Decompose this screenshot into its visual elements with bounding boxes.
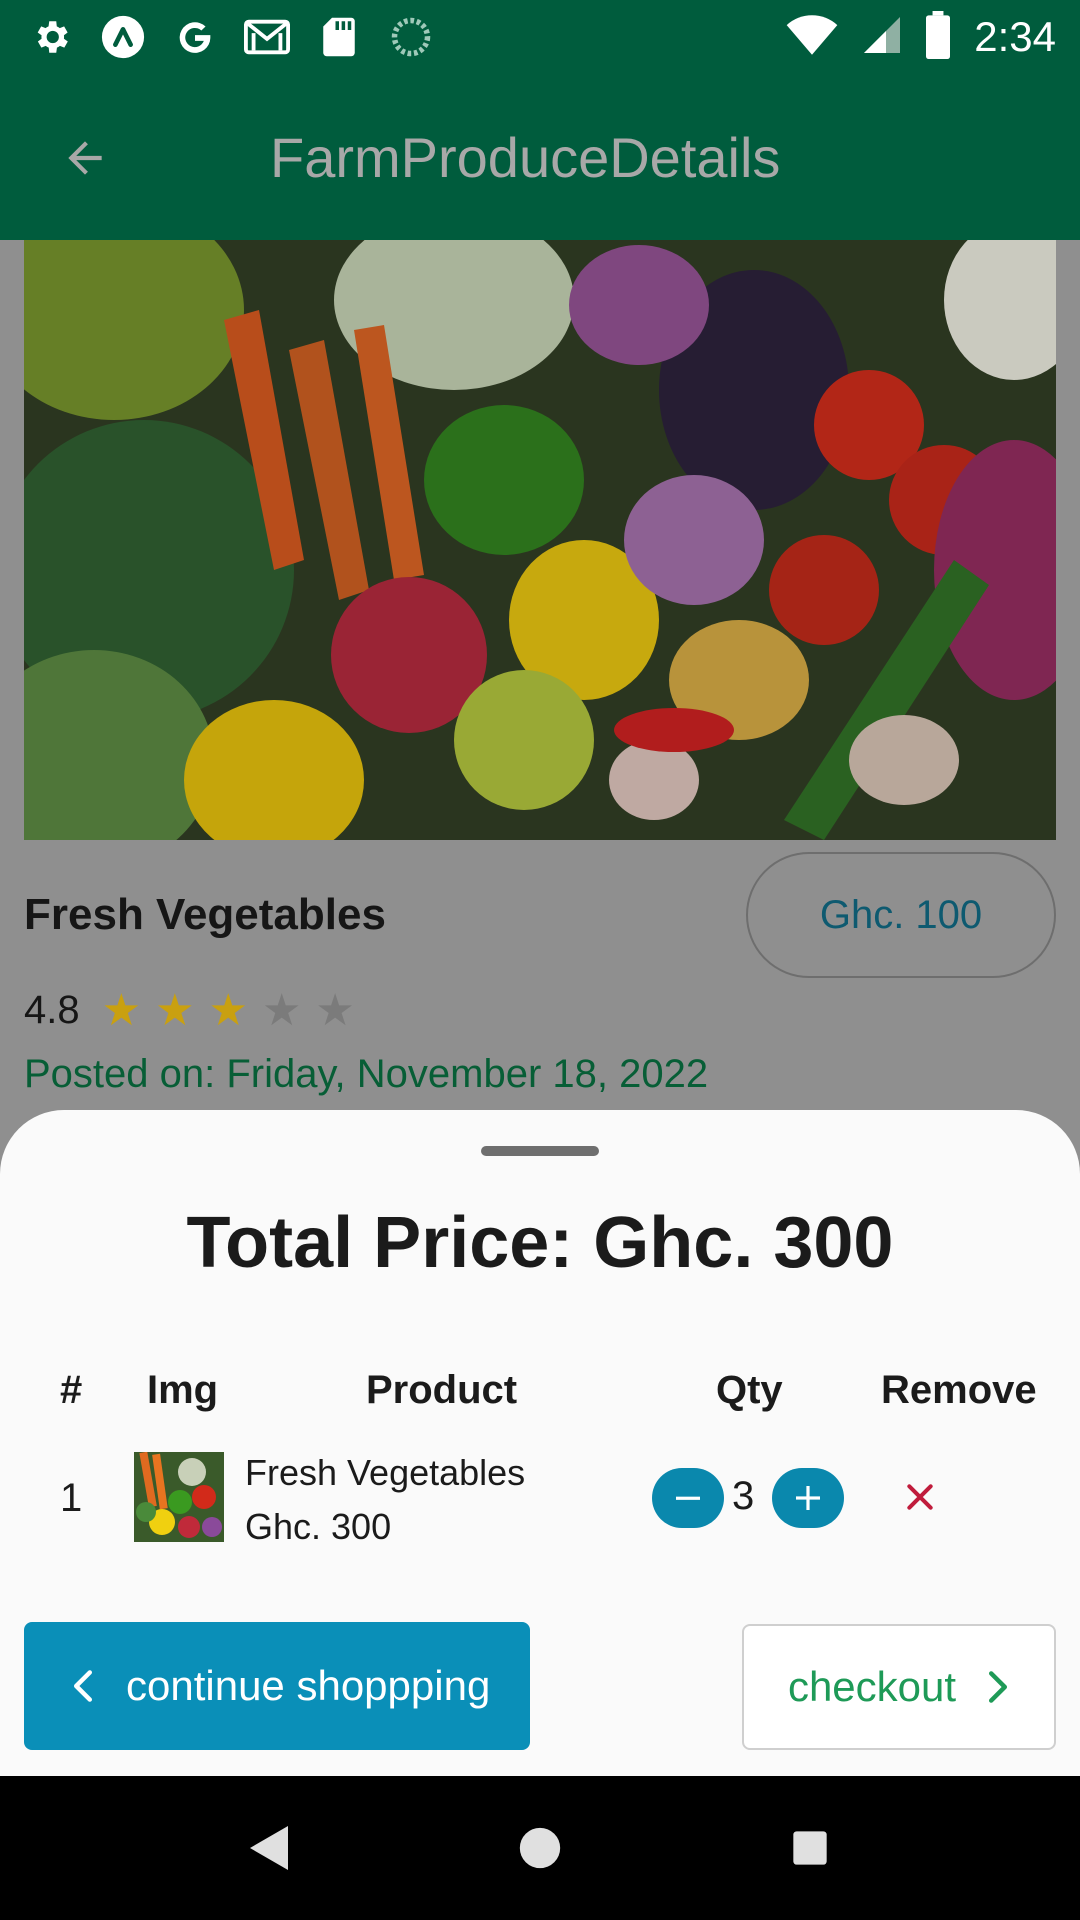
continue-shopping-button[interactable]: continue shoppping — [24, 1622, 530, 1750]
rating-value: 4.8 — [24, 988, 80, 1032]
plus-icon — [796, 1486, 820, 1510]
header-index: # — [60, 1368, 83, 1412]
price-label: Ghc. 100 — [819, 892, 983, 937]
app-bar: FarmProduceDetails — [0, 75, 1080, 240]
square-recents-icon — [793, 1831, 827, 1865]
posted-date: Posted on: Friday, November 18, 2022 — [24, 1052, 709, 1096]
triangle-back-icon — [250, 1826, 288, 1870]
decrease-qty-button[interactable] — [652, 1468, 724, 1528]
star-filled-icon: ★ — [208, 985, 248, 1035]
header-qty: Qty — [716, 1368, 783, 1412]
row-product-name: Fresh Vegetables — [245, 1452, 526, 1493]
product-name: Fresh Vegetables — [24, 890, 386, 939]
app-a-icon — [100, 14, 146, 60]
price-badge[interactable]: Ghc. 100 — [746, 852, 1056, 978]
star-empty-icon: ★ — [261, 985, 302, 1035]
star-filled-icon: ★ — [155, 985, 195, 1035]
row-index: 1 — [60, 1476, 83, 1520]
row-product-price: Ghc. 300 — [245, 1506, 392, 1547]
system-nav-bar — [0, 1776, 1080, 1920]
chevron-right-icon — [986, 1670, 1010, 1704]
checkout-label: checkout — [787, 1663, 957, 1710]
nav-home-button[interactable] — [510, 1818, 570, 1878]
battery-icon — [924, 10, 952, 64]
nav-back-button[interactable] — [240, 1818, 300, 1878]
qty-value: 3 — [732, 1474, 755, 1518]
back-button[interactable] — [52, 125, 118, 191]
system-indicators: 2:34 — [784, 10, 1056, 64]
header-img: Img — [147, 1368, 219, 1412]
row-thumbnail — [134, 1452, 224, 1542]
chevron-left-icon — [70, 1669, 96, 1703]
close-icon — [907, 1484, 933, 1510]
loading-icon — [388, 14, 434, 60]
remove-item-button[interactable] — [898, 1472, 942, 1522]
google-icon — [172, 14, 218, 60]
page-title: FarmProduceDetails — [270, 126, 781, 189]
rating-row: 4.8 ★ ★ ★ ★ ★ — [24, 988, 355, 1033]
star-filled-icon: ★ — [101, 985, 142, 1035]
circle-home-icon — [519, 1827, 561, 1869]
header-product: Product — [366, 1368, 518, 1412]
notification-icons — [28, 12, 434, 62]
minus-icon — [676, 1496, 700, 1500]
continue-shopping-label: continue shoppping — [126, 1662, 491, 1709]
total-price: Total Price: Ghc. 300 — [186, 1203, 894, 1283]
wifi-icon — [784, 13, 840, 62]
status-bar: 2:34 — [0, 0, 1080, 75]
cart-bottom-sheet: Total Price: Ghc. 300 # Img Product Qty … — [0, 1110, 1080, 1776]
nav-recents-button[interactable] — [780, 1818, 840, 1878]
sd-card-icon — [316, 14, 362, 60]
drag-handle[interactable] — [481, 1146, 599, 1156]
gmail-icon — [244, 14, 290, 60]
star-empty-icon: ★ — [315, 985, 355, 1035]
arrow-back-icon — [68, 141, 102, 175]
settings-icon — [28, 14, 74, 60]
checkout-button[interactable]: checkout — [742, 1624, 1056, 1750]
increase-qty-button[interactable] — [772, 1468, 844, 1528]
header-remove: Remove — [881, 1368, 1037, 1412]
signal-icon — [862, 14, 902, 61]
product-details: Fresh Vegetables Ghc. 100 4.8 ★ ★ ★ ★ ★ … — [0, 240, 1080, 1110]
product-image — [24, 240, 1056, 840]
clock-time: 2:34 — [974, 13, 1056, 60]
